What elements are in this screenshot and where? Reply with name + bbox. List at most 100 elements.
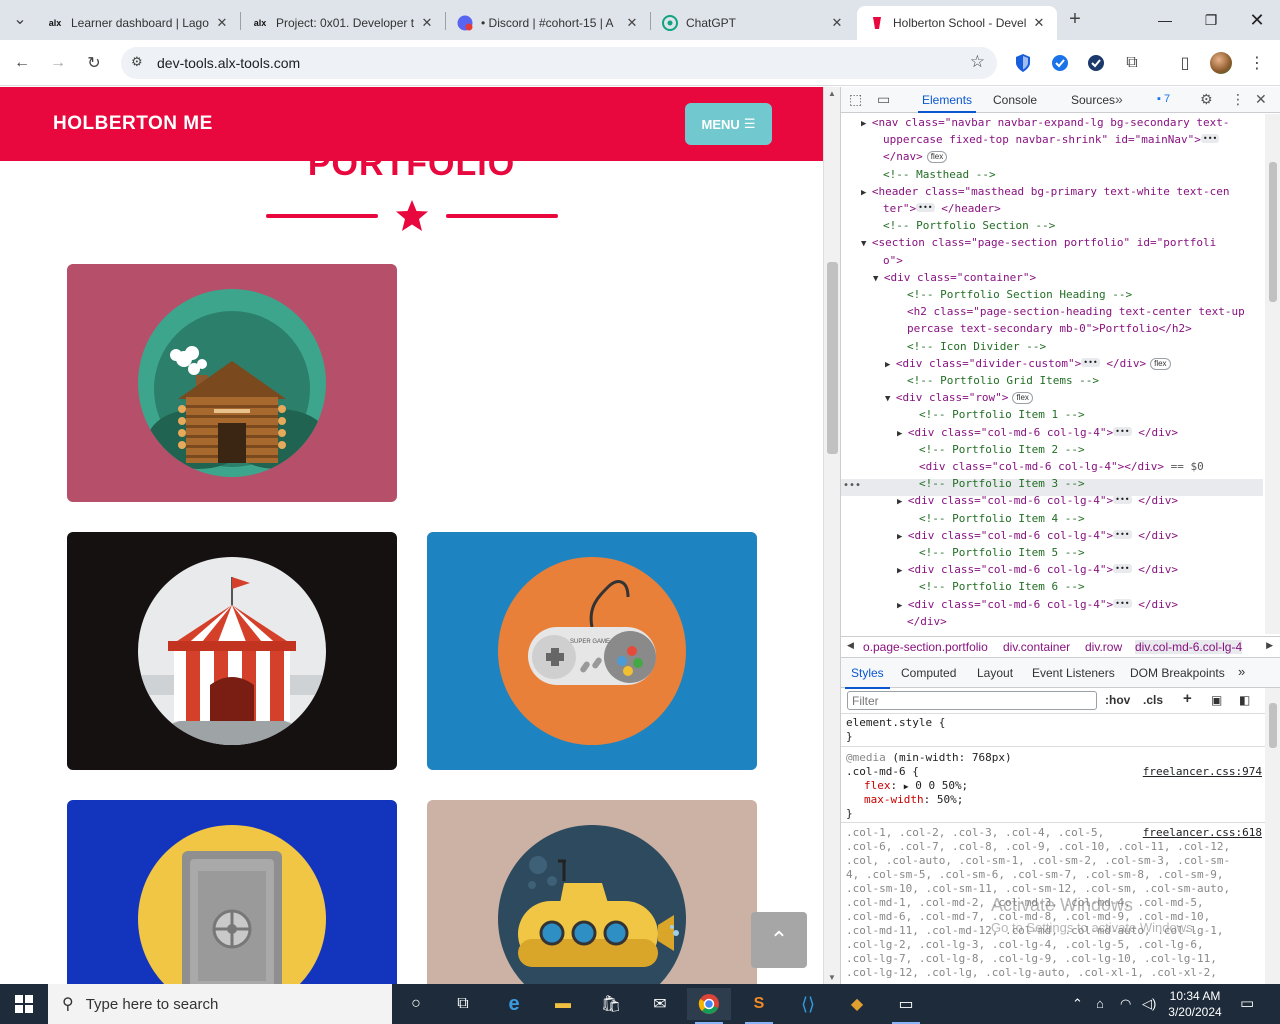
collapsed-children-icon[interactable]: ••• (1081, 357, 1100, 367)
collapse-triangle-icon[interactable]: ▼ (873, 274, 884, 284)
selector-list-line[interactable]: .col-6, .col-7, .col-8, .col-9, .col-10,… (846, 840, 1230, 854)
tab-computed[interactable]: Computed (901, 666, 956, 680)
flex-badge[interactable]: flex (1150, 357, 1171, 370)
chrome-icon[interactable] (687, 988, 731, 1024)
breadcrumb-item[interactable]: div.row (1085, 640, 1122, 654)
portfolio-item-submarine[interactable] (427, 800, 757, 984)
portfolio-item-cabin[interactable] (67, 264, 397, 502)
collapsed-children-icon[interactable]: ••• (916, 203, 935, 212)
collapse-triangle-icon[interactable]: ▼ (861, 239, 872, 249)
expand-triangle-icon[interactable]: ▶ (897, 566, 908, 576)
scroll-to-top-button[interactable]: ⌃ (751, 912, 807, 968)
windows-start-icon[interactable] (0, 984, 48, 1024)
selector-list-line[interactable]: .col-lg-2, .col-lg-3, .col-lg-4, .col-lg… (846, 938, 1204, 952)
terminal-icon[interactable]: ▭ (884, 988, 928, 1024)
close-window-icon[interactable]: ✕ (1234, 0, 1280, 40)
brand-link[interactable]: HOLBERTON ME (53, 113, 213, 135)
dom-node-line[interactable]: ter"> ••• </header> (883, 200, 1001, 217)
dom-comment-line[interactable]: <!-- / row --> (907, 630, 1000, 634)
dom-node-line[interactable]: ▼ <section class="page-section portfolio… (861, 234, 1216, 253)
styles-scrollbar-thumb[interactable] (1269, 703, 1277, 748)
expand-triangle-icon[interactable]: ▶ (904, 782, 909, 791)
rule-source-link[interactable]: freelancer.css:618 (1143, 826, 1262, 840)
collapsed-children-icon[interactable]: ••• (1113, 426, 1132, 436)
issues-badge[interactable]: ▪ 7 (1157, 93, 1170, 105)
style-declaration[interactable]: max-width: 50%; (864, 793, 963, 807)
close-tab-icon[interactable]: ✕ (1031, 15, 1047, 31)
expand-triangle-icon[interactable]: ▶ (885, 360, 896, 370)
inspect-element-icon[interactable]: ⬚ (849, 91, 862, 108)
address-bar[interactable]: ⚙ dev-tools.alx-tools.com ☆ (121, 47, 997, 79)
color-format-icon[interactable]: ▣ (1211, 693, 1222, 707)
restore-icon[interactable]: ❐ (1188, 0, 1234, 40)
notifications-icon[interactable]: ▭ (1240, 994, 1254, 1012)
dom-node-line[interactable]: percase text-secondary mb-0">Portfolio</… (907, 320, 1192, 337)
expand-triangle-icon[interactable]: ▶ (897, 601, 908, 611)
sublime-text-icon[interactable]: S (737, 988, 781, 1024)
close-tab-icon[interactable]: ✕ (624, 15, 640, 31)
tab-search-icon[interactable]: ⌄ (5, 4, 35, 34)
dom-tree-scrollbar[interactable] (1265, 114, 1280, 634)
forward-icon[interactable]: → (43, 48, 73, 78)
page-scrollbar-thumb[interactable] (827, 262, 838, 454)
side-panel-icon[interactable]: ▯ (1170, 48, 1200, 78)
breadcrumb-left-icon[interactable]: ◀ (847, 640, 854, 651)
new-tab-button[interactable]: + (1060, 4, 1090, 34)
dom-node-line[interactable]: </nav> flex (883, 148, 948, 165)
devtools-tab-console[interactable]: Console (993, 93, 1037, 107)
breadcrumb-item-selected[interactable]: div.col-md-6.col-lg-4 (1135, 640, 1243, 654)
selector-list-line[interactable]: 4, .col-sm-5, .col-sm-6, .col-sm-7, .col… (846, 868, 1224, 882)
flex-badge[interactable]: flex (1012, 392, 1033, 405)
vscode-icon[interactable]: ⟨⟩ (786, 988, 830, 1020)
tab-dom-breakpoints[interactable]: DOM Breakpoints (1130, 666, 1225, 680)
minimize-icon[interactable]: — (1142, 0, 1188, 40)
settings-gear-icon[interactable]: ⚙ (1200, 91, 1213, 108)
expand-triangle-icon[interactable]: ▶ (861, 188, 872, 198)
browser-tab[interactable]: • Discord | #cohort-15 | A ✕ (445, 6, 650, 40)
tab-styles[interactable]: Styles (845, 666, 890, 689)
git-icon[interactable]: ◆ (835, 988, 879, 1020)
styles-scrollbar[interactable] (1265, 688, 1280, 984)
node-more-icon[interactable]: ••• (843, 477, 861, 494)
browser-tab[interactable]: alx Learner dashboard | Lago ✕ (35, 6, 240, 40)
selector-list-line[interactable]: .col-lg-7, .col-lg-8, .col-lg-9, .col-lg… (846, 952, 1217, 966)
taskbar-search-box[interactable]: ⚲ Type here to search (48, 984, 392, 1024)
style-declaration[interactable]: flex: ▶ 0 0 50%; (864, 779, 968, 794)
more-tabs-icon[interactable]: » (1115, 91, 1123, 107)
collapsed-children-icon[interactable]: ••• (1113, 529, 1132, 539)
portfolio-item-game-controller[interactable]: SUPER GAME (427, 532, 757, 770)
dom-comment-line[interactable]: <!-- Portfolio Item 5 --> (919, 544, 1085, 561)
tab-layout[interactable]: Layout (977, 666, 1013, 680)
dom-tree-scrollbar-thumb[interactable] (1269, 162, 1277, 302)
bitwarden-shield-icon[interactable] (1008, 48, 1038, 78)
collapsed-children-icon[interactable]: ••• (1113, 495, 1132, 505)
dom-comment-line[interactable]: <!-- Masthead --> (883, 166, 996, 183)
dom-tree[interactable]: ••• ▶ <nav class="navbar navbar-expand-l… (841, 114, 1263, 634)
scroll-up-arrow-icon[interactable]: ▲ (828, 89, 836, 98)
bookmark-star-icon[interactable]: ☆ (970, 52, 985, 72)
dom-node-line[interactable]: <div class="col-md-6 col-lg-4"></div> ==… (919, 458, 1204, 475)
expand-triangle-icon[interactable]: ▶ (861, 119, 872, 129)
selector-list-line[interactable]: .col-lg-12, .col-lg, .col-lg-auto, .col-… (846, 966, 1217, 980)
collapsed-children-icon[interactable]: ••• (1113, 564, 1132, 574)
devtools-menu-icon[interactable]: ⋮ (1231, 91, 1245, 108)
breadcrumb-right-icon[interactable]: ▶ (1266, 640, 1273, 651)
store-icon[interactable]: 🛍 (589, 988, 633, 1020)
portfolio-item-circus[interactable] (67, 532, 397, 770)
expand-triangle-icon[interactable]: ▶ (897, 497, 908, 507)
breadcrumb-item[interactable]: o.page-section.portfolio (863, 640, 988, 654)
more-panes-icon[interactable]: » (1238, 664, 1245, 679)
dom-node-line[interactable]: </div> (907, 613, 947, 630)
extension-verified-icon[interactable] (1081, 48, 1111, 78)
scroll-down-arrow-icon[interactable]: ▼ (828, 973, 836, 982)
page-scrollbar[interactable]: ▲ ▼ (823, 87, 840, 984)
collapsed-children-icon[interactable]: ••• (1200, 134, 1220, 144)
wifi-icon[interactable]: ◠ (1120, 996, 1131, 1012)
rule-selector[interactable]: .col-md-6 { (846, 765, 919, 779)
dom-comment-line[interactable]: <!-- Portfolio Item 6 --> (919, 578, 1085, 595)
flex-badge[interactable]: flex (926, 151, 948, 164)
dom-comment-line[interactable]: <!-- Portfolio Item 1 --> (919, 406, 1085, 423)
element-style-rule[interactable]: element.style { (846, 716, 945, 730)
dom-comment-line[interactable]: <!-- Portfolio Item 2 --> (919, 441, 1085, 458)
tab-event-listeners[interactable]: Event Listeners (1032, 666, 1115, 680)
